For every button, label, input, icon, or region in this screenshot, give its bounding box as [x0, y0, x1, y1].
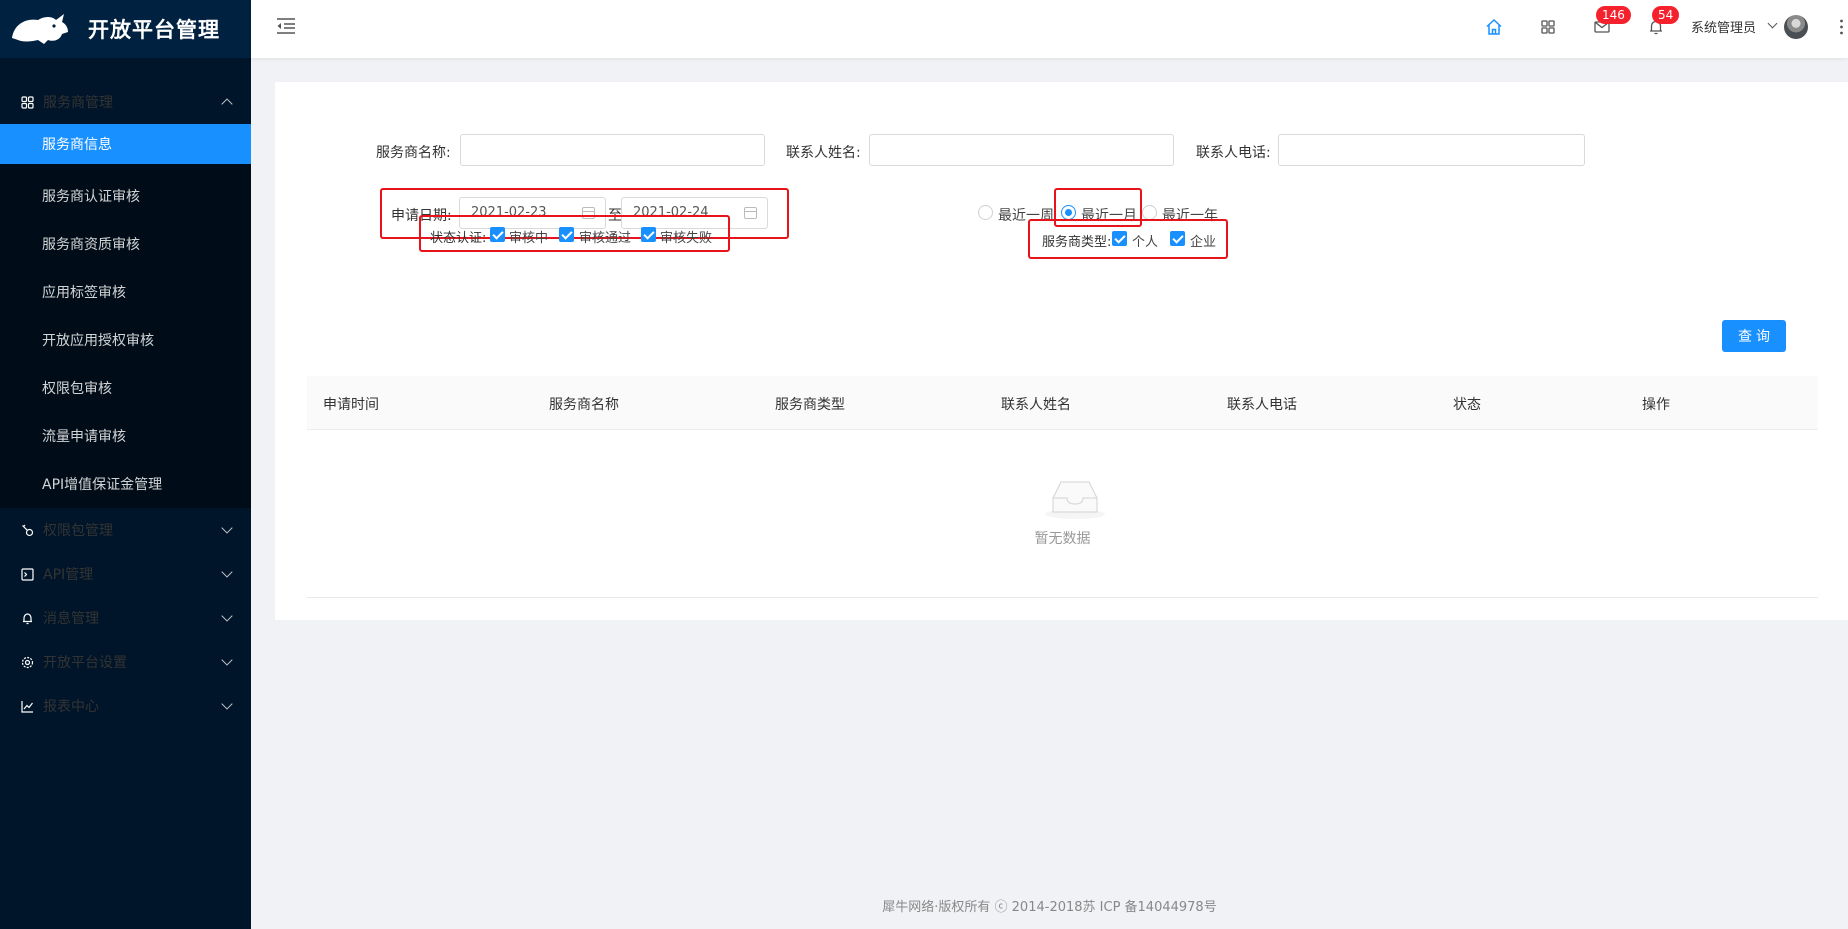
checkbox-individual[interactable]: [1112, 231, 1127, 246]
sidebar-item-traffic-review[interactable]: 流量申请审核: [0, 412, 251, 460]
menu-group-api[interactable]: API管理: [0, 552, 251, 596]
menu-group-provider[interactable]: 服务商管理: [0, 80, 251, 124]
column-header-status[interactable]: 状态: [1453, 394, 1481, 414]
contact-phone-input[interactable]: [1278, 134, 1585, 166]
column-header-contact-phone[interactable]: 联系人电话: [1227, 394, 1297, 414]
checkbox-enterprise[interactable]: [1170, 231, 1185, 246]
calendar-icon: [744, 207, 757, 219]
status-label: 状态认证:: [430, 231, 487, 246]
checkbox-individual-label[interactable]: 个人: [1132, 231, 1158, 250]
footer-copyright: 犀牛网络·版权所有 ⓒ 2014-2018苏 ICP 备14044978号: [882, 900, 1217, 915]
contact-phone-label: 联系人电话:: [1196, 145, 1271, 161]
chevron-down-icon: [221, 566, 233, 578]
radio-last-month[interactable]: [1061, 205, 1076, 220]
menu-group-label: 服务商管理: [43, 95, 113, 111]
menu-group-label: API管理: [43, 567, 94, 583]
table-header: 申请时间 服务商名称 服务商类型 联系人姓名 联系人电话 状态 操作: [307, 376, 1818, 430]
empty-text: 暂无数据: [1034, 531, 1091, 547]
menu-group-permission-pack[interactable]: 权限包管理: [0, 508, 251, 552]
column-header-contact-name[interactable]: 联系人姓名: [1001, 394, 1071, 414]
query-button[interactable]: 查询: [1722, 320, 1786, 352]
notice-count-badge: 54: [1652, 6, 1680, 24]
checkbox-approved-label[interactable]: 审核通过: [579, 227, 631, 246]
column-header-apply-time[interactable]: 申请时间: [323, 394, 379, 414]
menu-group-settings[interactable]: 开放平台设置: [0, 640, 251, 684]
username[interactable]: 系统管理员: [1691, 17, 1756, 36]
chart-line-icon: [20, 699, 34, 713]
radio-last-year[interactable]: [1142, 205, 1157, 220]
sidebar-item-provider-qualification-review[interactable]: 服务商资质审核: [0, 220, 251, 268]
key-icon: [20, 523, 34, 537]
radio-last-week[interactable]: [978, 205, 993, 220]
sidebar-item-app-auth-review[interactable]: 开放应用授权审核: [0, 316, 251, 364]
column-header-actions[interactable]: 操作: [1642, 394, 1670, 414]
gear-icon: [20, 655, 34, 669]
shop-icon: [20, 95, 34, 109]
chevron-down-icon: [221, 654, 233, 666]
empty-inbox-icon: [1045, 481, 1105, 519]
more-vertical-icon[interactable]: [1840, 19, 1843, 35]
checkbox-enterprise-label[interactable]: 企业: [1190, 231, 1216, 250]
api-icon: [20, 567, 34, 581]
sidebar-item-app-tag-review[interactable]: 应用标签审核: [0, 268, 251, 316]
checkbox-reviewing-label[interactable]: 审核中: [509, 227, 548, 246]
bell-icon: [20, 611, 34, 625]
sidebar-item-permission-pack-review[interactable]: 权限包审核: [0, 364, 251, 412]
column-header-provider-name[interactable]: 服务商名称: [549, 394, 619, 414]
sidebar-item-provider-cert-review[interactable]: 服务商认证审核: [0, 172, 251, 220]
menu-group-report[interactable]: 报表中心: [0, 684, 251, 728]
checkbox-approved[interactable]: [559, 227, 574, 242]
chevron-down-icon: [221, 698, 233, 710]
submenu-provider: 服务商信息 服务商认证审核 服务商资质审核 应用标签审核 开放应用授权审核 权限…: [0, 124, 251, 508]
menu-group-label: 消息管理: [43, 611, 99, 627]
avatar[interactable]: [1784, 15, 1808, 39]
contact-name-label: 联系人姓名:: [786, 145, 861, 161]
chevron-down-icon: [221, 610, 233, 622]
checkbox-reviewing[interactable]: [490, 227, 505, 242]
rhino-logo-icon: [12, 14, 68, 44]
menu-fold-icon[interactable]: [276, 17, 296, 35]
provider-name-input[interactable]: [460, 134, 765, 166]
sidebar-item-provider-info[interactable]: 服务商信息: [0, 124, 251, 164]
contact-name-input[interactable]: [869, 134, 1174, 166]
sidebar: 开放平台管理 服务商管理 服务商信息 服务商认证审核 服务商资质审核 应用标签审…: [0, 0, 251, 929]
menu-group-label: 报表中心: [43, 699, 99, 715]
chevron-down-icon[interactable]: [1767, 18, 1778, 29]
menu-group-message[interactable]: 消息管理: [0, 596, 251, 640]
checkbox-failed[interactable]: [641, 227, 656, 242]
provider-type-label: 服务商类型:: [1042, 235, 1112, 250]
top-header: 146 54 系统管理员: [251, 0, 1848, 58]
chevron-up-icon: [221, 98, 233, 110]
menu-group-label: 开放平台设置: [43, 655, 127, 671]
sidebar-item-api-deposit[interactable]: API增值保证金管理: [0, 460, 251, 508]
checkbox-failed-label[interactable]: 审核失败: [660, 227, 712, 246]
column-header-provider-type[interactable]: 服务商类型: [775, 394, 845, 414]
menu-group-label: 权限包管理: [43, 523, 113, 539]
provider-name-label: 服务商名称:: [376, 145, 451, 161]
app-title: 开放平台管理: [88, 18, 220, 42]
home-icon[interactable]: [1485, 18, 1503, 36]
apps-grid-icon[interactable]: [1539, 18, 1557, 36]
mail-count-badge: 146: [1596, 6, 1631, 24]
chevron-down-icon: [221, 522, 233, 534]
logo-area: 开放平台管理: [0, 0, 251, 58]
table-empty: 暂无数据: [307, 430, 1818, 598]
side-menu: 服务商管理 服务商信息 服务商认证审核 服务商资质审核 应用标签审核 开放应用授…: [0, 80, 251, 728]
